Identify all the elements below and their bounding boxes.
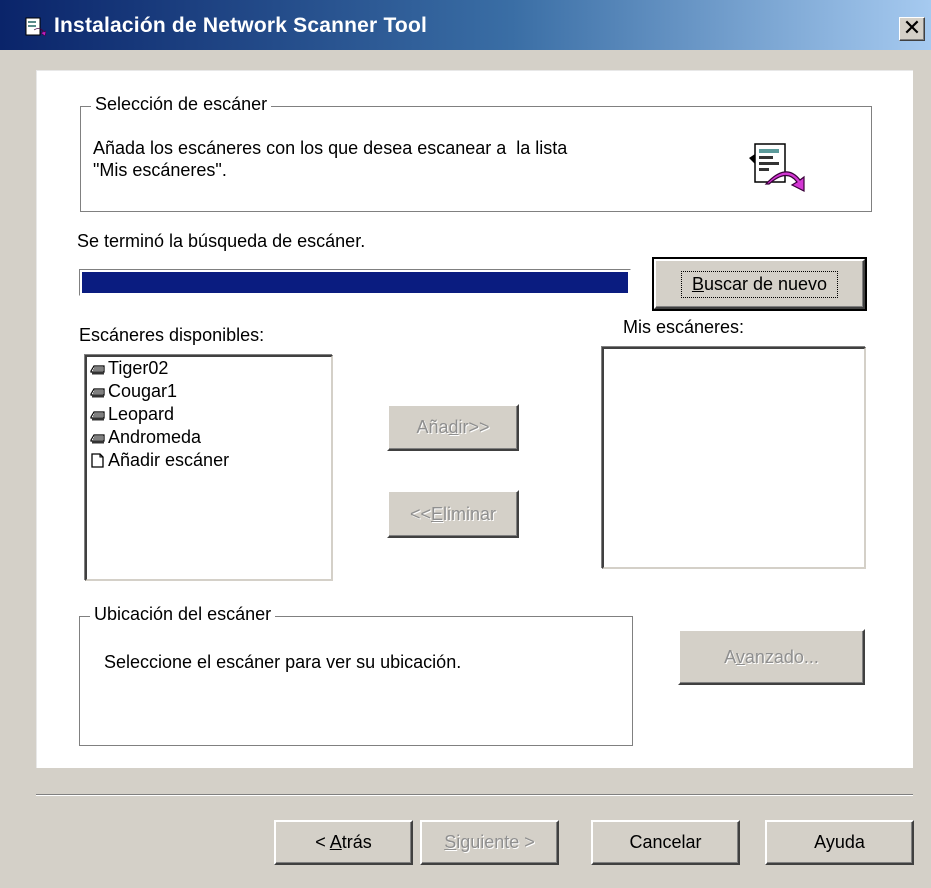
footer-separator <box>36 794 913 796</box>
scanner-list-item-label: Cougar1 <box>108 381 178 401</box>
add-button[interactable]: Añadir>> <box>387 404 519 451</box>
help-button[interactable]: Ayuda <box>765 820 914 865</box>
scanner-icon <box>89 360 106 377</box>
scanner-list-item[interactable]: Cougar1 <box>87 380 331 403</box>
close-button[interactable]: ✕ <box>899 17 925 41</box>
remove-button-label: <<Eliminar <box>409 503 497 524</box>
scanner-list-item-label: Añadir escáner <box>108 450 230 470</box>
scanner-location-group: Ubicación del escáner Seleccione el escá… <box>79 604 633 746</box>
scanner-list-item[interactable]: Añadir escáner <box>87 449 331 472</box>
next-button[interactable]: Siguiente > <box>420 820 559 865</box>
advanced-button-label: Avanzado... <box>724 646 819 667</box>
available-scanners-list[interactable]: Tiger02 Cougar1 Leopard Andromeda Añadir esc… <box>85 355 333 581</box>
available-scanners-items: Tiger02 Cougar1 Leopard Andromeda Añadir esc… <box>87 357 331 472</box>
blank-page-icon <box>89 452 106 469</box>
next-button-label: Siguiente > <box>444 832 535 852</box>
my-scanners-list[interactable] <box>602 347 866 569</box>
window-title: Instalación de Network Scanner Tool <box>54 14 428 37</box>
scanner-selection-description: Añada los escáneres con los que desea es… <box>93 137 567 181</box>
back-button-label: < Atrás <box>315 832 372 852</box>
app-icon <box>25 17 46 37</box>
scanner-list-item-label: Leopard <box>108 404 175 424</box>
scanner-list-item-label: Tiger02 <box>108 358 169 378</box>
my-scanners-label: Mis escáneres: <box>623 317 745 337</box>
scanner-list-item[interactable]: Andromeda <box>87 426 331 449</box>
scanner-list-item[interactable]: Tiger02 <box>87 357 331 380</box>
back-button[interactable]: < Atrás <box>274 820 413 865</box>
scanner-list-item[interactable]: Leopard <box>87 403 331 426</box>
scanner-selection-legend: Selección de escáner <box>91 94 272 115</box>
title-bar[interactable]: Instalación de Network Scanner Tool ✕ <box>0 0 931 50</box>
scanner-icon <box>89 429 106 446</box>
help-button-label: Ayuda <box>814 832 865 852</box>
scanner-location-description: Seleccione el escáner para ver su ubicac… <box>104 652 462 672</box>
remove-button[interactable]: <<Eliminar <box>387 490 519 538</box>
wizard-content: Selección de escáner Añada los escáneres… <box>36 70 913 768</box>
search-progress-bar <box>79 269 631 296</box>
available-scanners-label: Escáneres disponibles: <box>79 325 265 345</box>
add-button-label: Añadir>> <box>416 417 490 437</box>
search-again-label: Buscar de nuevo <box>680 270 839 298</box>
description-line-1: Añada los escáneres con los que desea es… <box>93 138 568 158</box>
installer-dialog: Instalación de Network Scanner Tool ✕ Se… <box>0 0 931 888</box>
close-icon: ✕ <box>902 15 922 40</box>
scanner-list-item-label: Andromeda <box>108 427 202 447</box>
scanner-icon <box>89 406 106 423</box>
document-scanner-icon <box>749 143 805 192</box>
cancel-button[interactable]: Cancelar <box>591 820 740 865</box>
search-again-button[interactable]: Buscar de nuevo <box>652 257 867 311</box>
search-progress-fill <box>82 272 628 293</box>
description-line-2: "Mis escáneres". <box>93 160 227 180</box>
cancel-button-label: Cancelar <box>629 832 702 852</box>
search-status-text: Se terminó la búsqueda de escáner. <box>77 231 366 251</box>
scanner-location-legend: Ubicación del escáner <box>90 604 276 625</box>
advanced-button[interactable]: Avanzado... <box>678 629 865 685</box>
scanner-icon <box>89 383 106 400</box>
